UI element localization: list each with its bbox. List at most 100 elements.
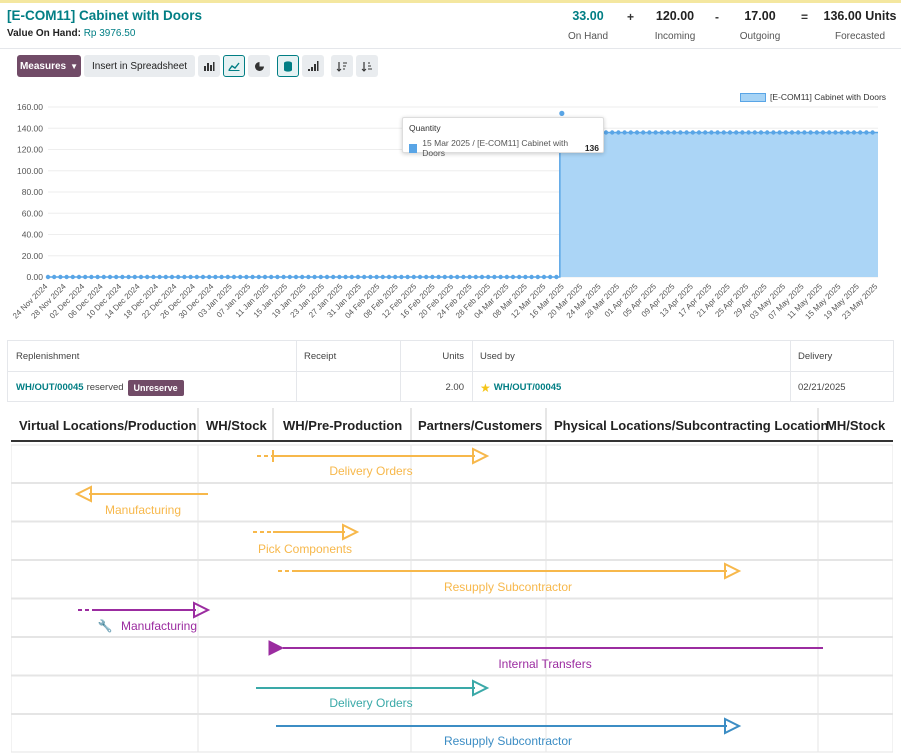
y-tick-label: 0.00	[26, 272, 43, 282]
bar-chart-button[interactable]	[198, 55, 221, 77]
series-point	[833, 130, 838, 135]
series-point	[182, 274, 187, 280]
series-point	[715, 130, 720, 135]
series-point	[157, 274, 162, 280]
line-chart-button[interactable]	[223, 55, 246, 77]
col-subcontracting-location: Physical Locations/Subcontracting Locati…	[554, 418, 829, 433]
sort-descending-button[interactable]	[331, 55, 354, 77]
series-point	[194, 274, 199, 280]
series-point	[163, 274, 168, 280]
series-point	[455, 274, 460, 280]
incoming-label: Incoming	[654, 31, 696, 42]
series-point	[275, 274, 280, 280]
series-point	[343, 274, 348, 280]
sort-ascending-button[interactable]	[356, 55, 379, 77]
series-point	[70, 274, 76, 280]
route-label: Resupply Subcontractor	[444, 734, 572, 748]
line-chart-icon	[228, 62, 240, 71]
series-point	[219, 274, 224, 280]
col-header-used-by: Used by	[480, 351, 515, 362]
used-by-link[interactable]: WH/OUT/00045	[494, 382, 562, 393]
series-point	[238, 274, 243, 280]
chart-legend[interactable]: [E-COM11] Cabinet with Doors	[740, 92, 886, 102]
sort-descending-icon	[336, 61, 348, 72]
series-point	[479, 274, 485, 280]
series-point	[777, 130, 782, 135]
series-point	[380, 274, 385, 280]
legend-swatch	[740, 92, 766, 102]
series-point	[641, 130, 646, 135]
series-point	[200, 274, 206, 280]
series-point	[529, 274, 534, 280]
series-point	[287, 274, 292, 280]
series-point	[262, 274, 268, 280]
col-wh-pre-production: WH/Pre-Production	[283, 418, 403, 433]
col-header-units: Units	[442, 351, 464, 362]
replenishment-cell: WH/OUT/00045 reserved Unreserve	[16, 372, 184, 403]
star-icon[interactable]: ★	[480, 381, 491, 395]
series-point	[492, 274, 497, 280]
unreserve-button[interactable]: Unreserve	[127, 379, 184, 396]
stat-outgoing[interactable]: 17.00 Outgoing	[732, 9, 788, 42]
table-row-divider	[8, 371, 893, 372]
series-point	[45, 274, 51, 280]
signal-bars-icon	[308, 61, 319, 71]
series-point	[138, 274, 144, 280]
series-point	[318, 274, 323, 280]
series-point	[504, 274, 509, 280]
measures-button[interactable]: Measures ▼	[17, 55, 81, 77]
series-point	[448, 274, 454, 280]
series-point	[417, 274, 423, 280]
series-point	[151, 274, 156, 280]
stat-incoming[interactable]: 120.00 Incoming	[645, 9, 705, 42]
series-point	[678, 130, 683, 135]
measures-label: Measures	[19, 60, 67, 72]
series-point	[851, 130, 857, 135]
value-on-hand-label: Value On Hand:	[7, 28, 81, 39]
stacked-button[interactable]	[277, 55, 300, 77]
series-point	[188, 274, 193, 280]
series-point	[740, 130, 745, 135]
series-point	[362, 274, 367, 280]
series-point	[176, 274, 181, 280]
series-point	[864, 130, 869, 135]
series-point	[312, 274, 317, 280]
series-point	[845, 130, 850, 135]
route-label: Pick Components	[258, 542, 352, 556]
legend-label: [E-COM11] Cabinet with Doors	[770, 92, 887, 102]
product-title[interactable]: [E-COM11] Cabinet with Doors	[7, 8, 202, 23]
cumulative-button[interactable]	[302, 55, 325, 77]
routes-diagram: Delivery Orders Manufacturing Pick Compone…	[11, 408, 893, 756]
col-mh-stock: MH/Stock	[826, 418, 886, 433]
used-by-cell: ★ WH/OUT/00045	[480, 372, 561, 403]
series-point	[684, 130, 689, 135]
database-icon	[284, 60, 293, 72]
series-point	[783, 130, 788, 135]
series-point	[83, 274, 88, 280]
replenishment-link[interactable]: WH/OUT/00045	[16, 382, 84, 393]
series-point	[734, 130, 739, 135]
series-point	[839, 130, 844, 135]
replenishment-table: Replenishment Receipt Units Used by Deli…	[7, 340, 894, 402]
series-point	[52, 274, 57, 280]
series-point	[858, 130, 863, 135]
series-point	[213, 274, 218, 280]
series-point	[603, 130, 609, 135]
series-point	[442, 274, 447, 280]
route-row-bg	[11, 521, 893, 560]
pie-chart-button[interactable]	[248, 55, 271, 77]
series-point	[368, 274, 373, 280]
forecasted-value: 136.00 Units	[823, 9, 897, 23]
series-point	[758, 130, 764, 135]
tooltip-label: 15 Mar 2025 / [E-COM11] Cabinet with Doo…	[422, 138, 569, 158]
series-point	[126, 274, 131, 280]
routes-canvas: Delivery Orders Manufacturing Pick Compone…	[11, 408, 893, 753]
insert-spreadsheet-button[interactable]: Insert in Spreadsheet	[84, 55, 196, 77]
tooltip-row: 15 Mar 2025 / [E-COM11] Cabinet with Doo…	[409, 138, 599, 158]
series-point	[58, 274, 63, 280]
series-point	[510, 274, 516, 280]
stat-on-hand[interactable]: 33.00 On Hand	[560, 9, 616, 42]
stat-forecasted[interactable]: 136.00 Units Forecasted	[822, 9, 898, 42]
route-label: Manufacturing	[121, 619, 197, 633]
series-point	[132, 274, 137, 280]
